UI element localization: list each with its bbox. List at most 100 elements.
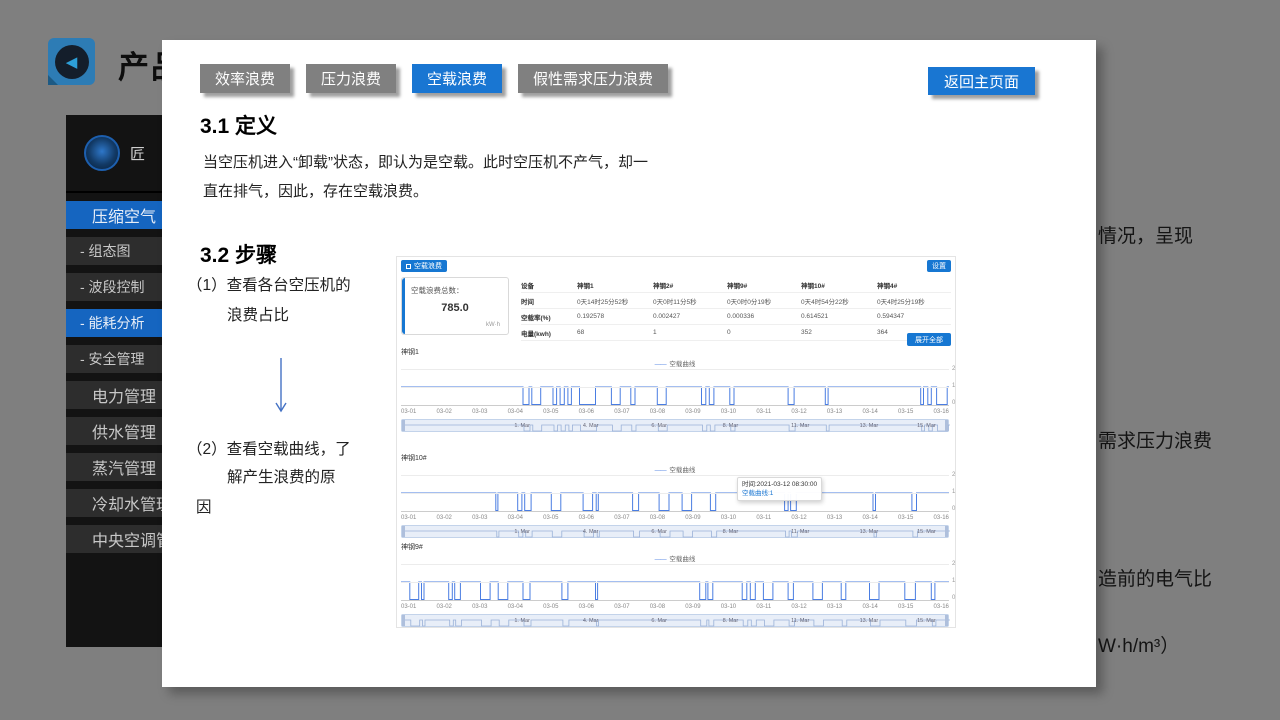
gridline (401, 564, 949, 565)
definition-text: 当空压机进入“卸载”状态，即认为是空载。此时空压机不产气，却一 直在排气，因此，… (203, 148, 743, 206)
chart-legend[interactable]: —— 空载曲线 (401, 464, 949, 474)
x-axis-ticks: 03-0103-0203-0303-0403-0503-0603-0703-08… (401, 409, 949, 415)
datazoom-date-label: 6. Mar (651, 423, 667, 429)
definition-line-2: 直在排气，因此，存在空载浪费。 (203, 177, 743, 206)
tooltip-value: 空载曲线:1 (742, 489, 817, 498)
y-axis-tick: 1 (952, 383, 955, 389)
slide-stage: ◀ 产品 匠 压缩空气- 组态图- 波段控制- 能耗分析- 安全管理电力管理供水… (0, 0, 1280, 720)
datazoom-date-label: 8. Mar (723, 423, 739, 429)
sidebar-item[interactable]: - 安全管理 (66, 345, 163, 373)
x-axis-tick: 03-10 (721, 515, 736, 521)
back-arrow-icon: ◀ (55, 45, 89, 79)
line-chart: 神钢10#—— 空载曲线21003-0103-0203-0303-0403-05… (401, 453, 953, 541)
chart-legend[interactable]: —— 空载曲线 (401, 553, 949, 563)
chart-title: 神钢1 (401, 347, 419, 357)
y-axis-tick: 2 (952, 472, 955, 478)
x-axis-ticks: 03-0103-0203-0303-0403-0503-0603-0703-08… (401, 604, 949, 610)
sidebar-item[interactable]: 冷却水管理 (66, 489, 163, 517)
table-header-cell: 神钢10# (801, 277, 877, 293)
tab[interactable]: 假性需求压力浪费 (518, 64, 668, 93)
table-cell: 0.192578 (577, 309, 653, 325)
gridline (401, 475, 949, 476)
table-header-cell: 神钢1 (577, 277, 653, 293)
table-cell: 0天0时11分5秒 (653, 293, 727, 309)
y-axis-tick: 1 (952, 489, 955, 495)
sidebar-item[interactable]: 压缩空气 (66, 201, 163, 229)
x-axis-tick: 03-12 (791, 515, 806, 521)
tab[interactable]: 压力浪费 (306, 64, 396, 93)
datazoom-date-label: 4. Mar (583, 618, 599, 624)
x-axis-tick: 03-03 (472, 515, 487, 521)
tab[interactable]: 空载浪费 (412, 64, 502, 93)
x-axis-tick: 03-14 (862, 604, 877, 610)
sidebar-item[interactable]: 电力管理 (66, 381, 163, 409)
tab[interactable]: 效率浪费 (200, 64, 290, 93)
datazoom-date-label: 15. Mar (917, 529, 936, 535)
table-row-label: 空载率(%) (521, 309, 577, 325)
table-cell: 0 (727, 325, 801, 341)
x-axis-tick: 03-06 (579, 409, 594, 415)
sidebar-item[interactable]: - 组态图 (66, 237, 163, 265)
x-axis-tick: 03-16 (934, 515, 949, 521)
x-axis-tick: 03-01 (401, 604, 416, 610)
datazoom-slider[interactable]: 1. Mar4. Mar6. Mar8. Mar11. Mar13. Mar15… (401, 614, 949, 627)
settings-button[interactable]: 设置 (927, 260, 951, 272)
table-cell: 0.594347 (877, 309, 951, 325)
x-axis-tick: 03-14 (862, 409, 877, 415)
x-axis-ticks: 03-0103-0203-0303-0403-0503-0603-0703-08… (401, 515, 949, 521)
table-cell: 0天0时0分19秒 (727, 293, 801, 309)
y-axis-tick: 0 (952, 595, 955, 601)
table-cell: 0.002427 (653, 309, 727, 325)
line-chart: 神钢9#—— 空载曲线21003-0103-0203-0303-0403-050… (401, 542, 953, 630)
device-table: 设备神钢1神钢2#神钢9#神钢10#神钢4#时间0天14时25分52秒0天0时1… (521, 277, 951, 341)
background-text-fragment: 造前的电气比 (1098, 564, 1212, 591)
x-axis-tick: 03-12 (791, 604, 806, 610)
background-text-fragment: 情况，呈现 (1098, 221, 1193, 248)
table-cell: 0.000336 (727, 309, 801, 325)
legend-label: 空载曲线 (668, 556, 696, 563)
x-axis-tick: 03-02 (437, 515, 452, 521)
step-1-text-line2: 浪费占比 (227, 303, 289, 325)
datazoom-date-label: 11. Mar (791, 529, 809, 535)
x-axis-tick: 03-04 (508, 409, 523, 415)
x-axis-tick: 03-11 (756, 515, 771, 521)
sidebar-item[interactable]: 供水管理 (66, 417, 163, 445)
table-cell: 0.614521 (801, 309, 877, 325)
x-axis-tick: 03-04 (508, 604, 523, 610)
datazoom-date-label: 1. Mar (514, 529, 530, 535)
table-cell: 0天14时25分52秒 (577, 293, 653, 309)
chart-plot-area: 210 (401, 369, 949, 406)
expand-all-button[interactable]: 展开全部 (907, 333, 951, 346)
sidebar-item[interactable]: 中央空调管 (66, 525, 163, 553)
legend-line-icon: —— (655, 361, 666, 368)
datazoom-date-label: 15. Mar (917, 618, 936, 624)
y-axis-tick: 0 (952, 506, 955, 512)
datazoom-slider[interactable]: 1. Mar4. Mar6. Mar8. Mar11. Mar13. Mar15… (401, 419, 949, 432)
sidebar-item[interactable]: - 能耗分析 (66, 309, 163, 337)
datazoom-slider[interactable]: 1. Mar4. Mar6. Mar8. Mar11. Mar13. Mar15… (401, 525, 949, 538)
x-axis-tick: 03-15 (898, 515, 913, 521)
datazoom-date-label: 4. Mar (583, 423, 599, 429)
x-axis-tick: 03-06 (579, 515, 594, 521)
datazoom-date-label: 4. Mar (583, 529, 599, 535)
definition-heading: 3.1 定义 (200, 110, 277, 140)
background-text-fragment: W·h/m³） (1098, 631, 1179, 658)
dashboard-title-badge[interactable]: 空载浪费 (401, 260, 447, 272)
return-home-button[interactable]: 返回主页面 (928, 67, 1035, 95)
x-axis-tick: 03-01 (401, 409, 416, 415)
sidebar-item[interactable]: 蒸汽管理 (66, 453, 163, 481)
datazoom-date-label: 13. Mar (860, 618, 879, 624)
datazoom-date-label: 8. Mar (723, 529, 739, 535)
table-header-cell: 神钢2# (653, 277, 727, 293)
x-axis-tick: 03-15 (898, 604, 913, 610)
datazoom-date-label: 13. Mar (860, 529, 879, 535)
back-button[interactable]: ◀ (48, 38, 95, 85)
y-axis-tick: 1 (952, 578, 955, 584)
chart-legend[interactable]: —— 空载曲线 (401, 358, 949, 368)
x-axis-tick: 03-11 (756, 409, 771, 415)
x-axis-tick: 03-08 (650, 604, 665, 610)
tab-bar: 效率浪费压力浪费空载浪费假性需求压力浪费 (200, 64, 668, 93)
table-row-label: 时间 (521, 293, 577, 309)
sidebar-item[interactable]: - 波段控制 (66, 273, 163, 301)
logo-icon (84, 135, 120, 171)
